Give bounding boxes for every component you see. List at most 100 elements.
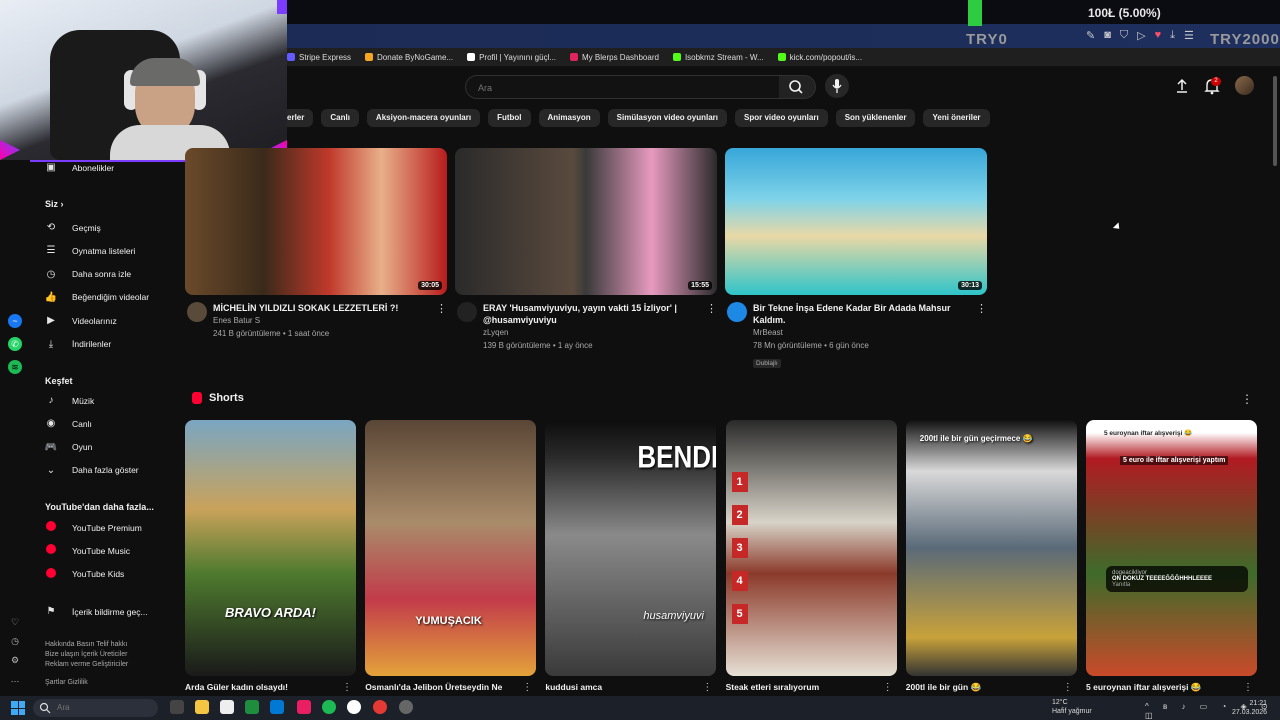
video-menu-button[interactable]: ⋮	[706, 302, 717, 315]
search-button[interactable]	[779, 75, 816, 99]
sidebar-item-you[interactable]: Siz ›	[45, 199, 64, 209]
scrollbar[interactable]	[1273, 76, 1277, 166]
heart-icon[interactable]: ♡	[8, 615, 22, 629]
app-icon[interactable]	[297, 700, 311, 714]
short-card[interactable]: BRAVO ARDA! Arda Güler kadın olsaydı! ⋮	[185, 420, 356, 693]
clock[interactable]: 21:21 27.03.2026	[1232, 699, 1267, 717]
chatgpt-icon[interactable]	[347, 700, 361, 714]
filter-chip[interactable]: Animasyon	[538, 109, 600, 127]
menu-icon[interactable]: ☰	[1184, 29, 1194, 42]
short-thumbnail[interactable]: 200tl ile bir gün geçirmece 😂	[905, 420, 1077, 676]
channel-avatar[interactable]	[187, 302, 207, 322]
bookmark-item[interactable]: Donate ByNoGame...	[365, 53, 453, 62]
app-icon[interactable]	[399, 700, 413, 714]
sidebar-item-download[interactable]: ⤓ İndirilenler	[44, 339, 111, 350]
video-thumbnail[interactable]: 30:13	[725, 148, 987, 295]
spotify-icon[interactable]: ≋	[8, 360, 22, 374]
avatar[interactable]	[1235, 76, 1254, 95]
sidebar-item-thumbs-up[interactable]: 👍 Beğendiğim videolar	[44, 292, 149, 303]
file-explorer-icon[interactable]	[195, 700, 209, 714]
weather-widget[interactable]: 12°C Hafif yağmur	[1052, 698, 1092, 716]
sidebar-item-chevron-down[interactable]: ⌄ Daha fazla göster	[44, 465, 139, 476]
more-icon[interactable]: …	[8, 672, 22, 686]
bookmark-item[interactable]: kick.com/popout/is...	[777, 53, 862, 62]
play-icon[interactable]: ▷	[1137, 29, 1145, 42]
sidebar-item-clock[interactable]: ◷ Daha sonra izle	[44, 269, 131, 280]
short-menu-button[interactable]: ⋮	[342, 682, 352, 693]
video-title[interactable]: MİCHELİN YILDIZLI SOKAK LEZZETLERİ ?!	[213, 302, 429, 314]
short-thumbnail[interactable]: YUMUŞACIK	[365, 420, 537, 676]
sidebar-item-gaming[interactable]: 🎮 Oyun	[44, 442, 93, 453]
filter-chip[interactable]: Son yüklenenler	[835, 109, 916, 127]
short-menu-button[interactable]: ⋮	[1063, 682, 1073, 693]
short-menu-button[interactable]: ⋮	[702, 682, 712, 693]
sidebar-item-your-videos[interactable]: ▶ Videolarınız	[44, 315, 117, 326]
history-icon[interactable]: ◷	[8, 634, 22, 648]
channel-name[interactable]: zLyqen	[483, 326, 717, 339]
camera-icon[interactable]: ◙	[1104, 29, 1111, 42]
taskbar-search[interactable]	[33, 699, 158, 717]
channel-avatar[interactable]	[727, 302, 747, 322]
task-view-icon[interactable]	[170, 700, 184, 714]
short-thumbnail[interactable]: BRAVO ARDA!	[185, 420, 356, 676]
video-card[interactable]: 15:55 ERAY 'Husamviyuviyu, yayın vakti 15…	[455, 148, 717, 352]
short-title[interactable]: 5 euroynan iftar alışverişi 😂	[1086, 682, 1236, 693]
short-card[interactable]: BENDE GÖT husamviyuvi kuddusi amca ⋮	[545, 420, 717, 693]
spotify-icon[interactable]	[322, 700, 336, 714]
taskbar-search-input[interactable]	[55, 702, 139, 713]
video-card[interactable]: 30:05 MİCHELİN YILDIZLI SOKAK LEZZETLERİ …	[185, 148, 447, 340]
create-button[interactable]	[1172, 76, 1192, 96]
short-title[interactable]: kuddusi amca	[545, 682, 695, 692]
sheets-app-icon[interactable]	[245, 700, 259, 714]
short-card[interactable]: 1 2 3 4 5 Steak etleri sıralıyorum ⋮	[725, 420, 897, 693]
video-menu-button[interactable]: ⋮	[436, 302, 447, 315]
short-menu-button[interactable]: ⋮	[522, 682, 532, 693]
voice-search-button[interactable]	[825, 74, 849, 98]
filter-chip[interactable]: Spor video oyunları	[735, 109, 828, 127]
whatsapp-icon[interactable]: ✆	[8, 337, 22, 351]
bookmark-item[interactable]: Profil | Yayınını güçl...	[467, 53, 556, 62]
footer-links[interactable]: Bize ulaşın İçerik Üreticiler	[45, 651, 127, 658]
video-menu-button[interactable]: ⋮	[976, 302, 987, 315]
opera-gx-icon[interactable]	[373, 700, 387, 714]
bookmark-item[interactable]: Isobkmz Stream - W...	[672, 53, 764, 62]
sidebar-item-live[interactable]: ◉ Canlı	[44, 418, 92, 429]
sidebar-item-youtube-music[interactable]: YouTube Music	[44, 544, 130, 557]
video-thumbnail[interactable]: 15:55	[455, 148, 717, 295]
video-thumbnail[interactable]: 30:05	[185, 148, 447, 295]
short-card[interactable]: 5 euroynan iftar alışverişi 😂 5 euro ile …	[1086, 420, 1257, 693]
video-card[interactable]: 30:13 Bir Tekne İnşa Edene Kadar Bir Adad…	[725, 148, 987, 370]
short-title[interactable]: Arda Güler kadın olsaydı!	[185, 682, 335, 692]
sidebar-item-subscriptions[interactable]: ▣ Abonelikler	[44, 162, 114, 173]
filter-chip[interactable]: Canlı	[321, 109, 359, 127]
footer-links[interactable]: Şartlar Gizlilik	[45, 679, 88, 686]
sidebar-item-report[interactable]: ⚑ İçerik bildirme geç...	[44, 606, 148, 617]
short-title[interactable]: Osmanlı'da Jelibon Üretseydin Ne	[365, 682, 515, 692]
filter-chip[interactable]: Aksiyon-macera oyunları	[366, 109, 481, 127]
calendar-app-icon[interactable]	[220, 700, 234, 714]
channel-name[interactable]: MrBeast	[753, 326, 987, 339]
sidebar-item-youtube-premium[interactable]: YouTube Premium	[44, 521, 142, 534]
settings-icon[interactable]: ⚙	[8, 653, 22, 667]
sidebar-item-youtube-kids[interactable]: YouTube Kids	[44, 567, 124, 581]
filter-chip[interactable]: Simülasyon video oyunları	[607, 109, 727, 127]
video-title[interactable]: ERAY 'Husamviyuviyu, yayın vakti 15 İzli…	[483, 302, 699, 326]
windows-start-button[interactable]	[11, 701, 25, 715]
short-title[interactable]: 200tl ile bir gün 😂	[906, 682, 1056, 693]
short-card[interactable]: 200tl ile bir gün geçirmece 😂 200tl ile b…	[905, 420, 1077, 693]
footer-links[interactable]: Hakkında Basın Telif hakkı	[45, 641, 127, 648]
footer-links[interactable]: Reklam verme Geliştiriciler	[45, 661, 128, 668]
shorts-more-button[interactable]: ⋮	[1241, 392, 1253, 406]
filter-chip[interactable]: Yeni öneriler	[923, 109, 990, 127]
short-thumbnail[interactable]: 1 2 3 4 5	[725, 420, 897, 676]
short-thumbnail[interactable]: BENDE GÖT husamviyuvi	[545, 420, 717, 676]
bookmark-item[interactable]: My Blerps Dashboard	[570, 53, 659, 62]
channel-name[interactable]: Enes Batur S	[213, 314, 447, 327]
sidebar-item-music[interactable]: ♪ Müzik	[44, 395, 95, 406]
shield-icon[interactable]: ⛉	[1120, 29, 1128, 42]
mail-app-icon[interactable]	[270, 700, 284, 714]
messenger-icon[interactable]: ~	[8, 314, 22, 328]
short-menu-button[interactable]: ⋮	[883, 682, 893, 693]
video-title[interactable]: Bir Tekne İnşa Edene Kadar Bir Adada Mah…	[753, 302, 969, 326]
bookmark-item[interactable]: Stripe Express	[287, 53, 351, 62]
